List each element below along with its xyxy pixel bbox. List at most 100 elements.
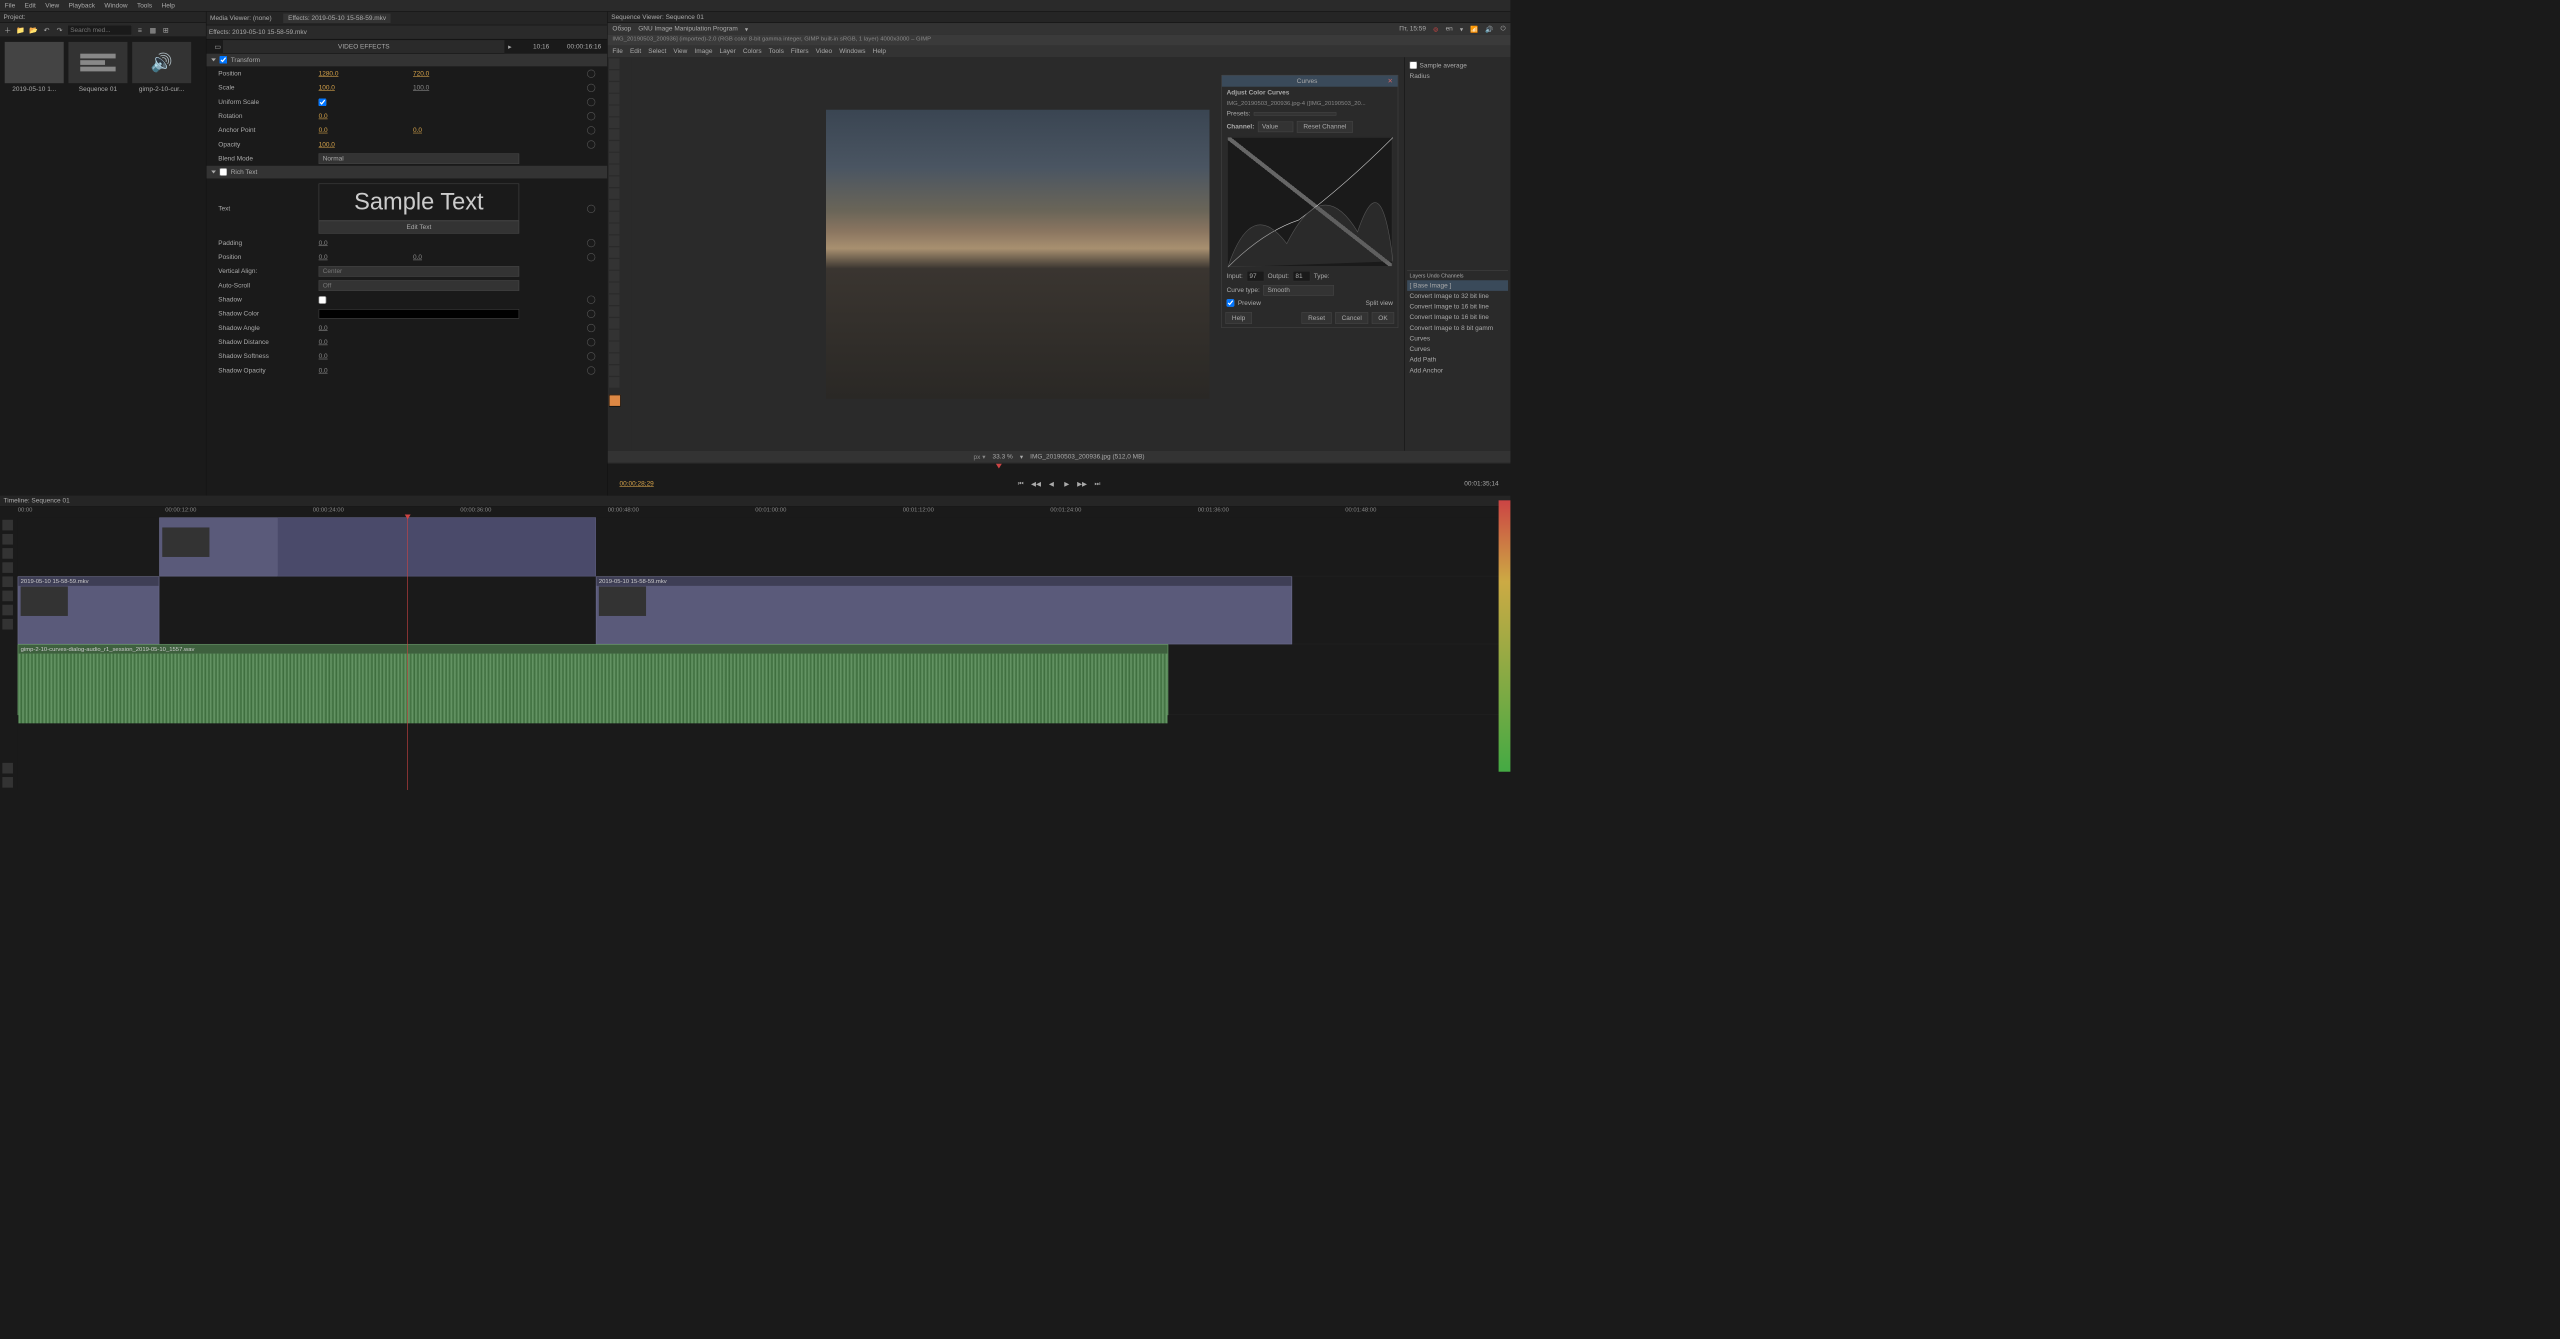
gimp-obzor[interactable]: Обзор	[612, 25, 631, 32]
position-x[interactable]: 1280.0	[319, 70, 408, 77]
zoom-level[interactable]: 33.3 %	[993, 453, 1013, 460]
reset-channel-button[interactable]: Reset Channel	[1297, 121, 1353, 133]
video-track-2[interactable]	[18, 517, 1511, 576]
shadowdist-val[interactable]: 0.0	[319, 339, 408, 346]
menu-file[interactable]: File	[5, 2, 15, 9]
menu-view[interactable]: View	[45, 2, 59, 9]
splitview-label[interactable]: Split view	[1366, 299, 1393, 306]
gimp-menu-filters[interactable]: Filters	[791, 48, 809, 55]
keyframe-icon[interactable]	[587, 126, 595, 134]
menu-window[interactable]: Window	[104, 2, 127, 9]
dock-tabs[interactable]: Layers Undo Channels	[1407, 270, 1508, 280]
media-viewer-tab[interactable]: Media Viewer: (none)	[210, 15, 272, 22]
folder-icon[interactable]: 📁	[15, 24, 26, 35]
gimp-tool-icon[interactable]	[609, 294, 620, 305]
richtext-enable[interactable]	[219, 168, 227, 176]
slip-tool-icon[interactable]	[2, 576, 13, 587]
keyframe-icon[interactable]	[587, 140, 595, 148]
rotation-val[interactable]: 0.0	[319, 113, 408, 120]
undo-item[interactable]: Convert Image to 16 bit line	[1407, 301, 1508, 312]
menu-help[interactable]: Help	[162, 2, 175, 9]
keyframe-icon[interactable]	[587, 296, 595, 304]
timeline-playhead[interactable]	[407, 517, 408, 790]
undo-item[interactable]: Add Path	[1407, 355, 1508, 366]
effects-tab[interactable]: Effects: 2019-05-10 15-58-59.mkv	[283, 14, 390, 23]
razor-tool-icon[interactable]	[2, 562, 13, 573]
gimp-tool-icon[interactable]	[609, 271, 620, 282]
gimp-menu-select[interactable]: Select	[648, 48, 666, 55]
gimp-menu-help[interactable]: Help	[873, 48, 886, 55]
gimp-tool-icon[interactable]	[609, 176, 620, 187]
play-reverse-icon[interactable]: ◀	[1046, 478, 1057, 489]
gimp-tool-icon[interactable]	[609, 353, 620, 364]
power-icon[interactable]: ⏻	[1501, 25, 1506, 33]
gimp-tool-icon[interactable]	[609, 153, 620, 164]
undo-item[interactable]: Convert Image to 32 bit line	[1407, 291, 1508, 302]
ok-button[interactable]: OK	[1372, 312, 1394, 324]
sample-avg-check[interactable]	[1410, 61, 1418, 69]
prev-frame-icon[interactable]: ◀◀	[1031, 478, 1042, 489]
snap-tool-icon[interactable]	[2, 777, 13, 788]
view-tree-icon[interactable]: ⊞	[160, 24, 171, 35]
shadowop-val[interactable]: 0.0	[319, 367, 408, 374]
gimp-menu-view[interactable]: View	[673, 48, 687, 55]
valign-dropdown[interactable]: Center	[319, 266, 520, 277]
audio-clip[interactable]: gimp-2-10-curves-dialog-audio_r1_session…	[18, 644, 1169, 715]
gimp-tool-icon[interactable]	[609, 330, 620, 341]
keyframe-icon[interactable]	[587, 253, 595, 261]
transform-enable[interactable]	[219, 56, 227, 64]
gimp-tool-icon[interactable]	[609, 129, 620, 140]
keyframe-icon[interactable]	[587, 70, 595, 78]
gimp-app-menu[interactable]: GNU Image Manipulation Program	[638, 25, 738, 32]
shadowsoft-val[interactable]: 0.0	[319, 353, 408, 360]
folder2-icon[interactable]: 📂	[28, 24, 39, 35]
gimp-tool-icon[interactable]	[609, 247, 620, 258]
gimp-menu-edit[interactable]: Edit	[630, 48, 641, 55]
hand-tool-icon[interactable]	[2, 605, 13, 616]
output-value[interactable]	[1292, 271, 1310, 282]
presets-dropdown[interactable]	[1254, 112, 1337, 116]
edit-text-button[interactable]: Edit Text	[319, 221, 520, 234]
pos-y[interactable]: 0.0	[413, 254, 484, 261]
keyframe-icon[interactable]	[587, 112, 595, 120]
video-track-1[interactable]: 2019-05-10 15-58-59.mkv 2019-05-10 15-58…	[18, 576, 1511, 644]
keyframe-icon[interactable]	[587, 239, 595, 247]
current-timecode[interactable]: 00:00:28;29	[620, 480, 654, 487]
audio-track-1[interactable]: gimp-2-10-curves-dialog-audio_r1_session…	[18, 644, 1511, 715]
blend-dropdown[interactable]: Normal	[319, 153, 520, 164]
gimp-tool-icon[interactable]	[609, 58, 620, 69]
network-icon[interactable]: 📶	[1470, 25, 1478, 33]
gimp-tool-icon[interactable]	[609, 94, 620, 105]
next-frame-icon[interactable]: ▶▶	[1077, 478, 1088, 489]
undo-item[interactable]: Curves	[1407, 333, 1508, 344]
video-clip[interactable]	[277, 517, 596, 576]
clip-icon[interactable]: ▭	[212, 41, 223, 52]
undo-item[interactable]: Convert Image to 16 bit line	[1407, 312, 1508, 323]
gimp-tool-icon[interactable]	[609, 212, 620, 223]
bin-item[interactable]: Sequence 01	[68, 42, 127, 491]
gimp-menu-layer[interactable]: Layer	[720, 48, 736, 55]
preview-check[interactable]	[1227, 299, 1235, 307]
zoom-tool-icon[interactable]	[2, 619, 13, 630]
keyframe-icon[interactable]	[587, 310, 595, 318]
scale-x[interactable]: 100.0	[319, 84, 408, 91]
keyframe-icon[interactable]	[587, 338, 595, 346]
gimp-tool-icon[interactable]	[609, 70, 620, 81]
gimp-tool-icon[interactable]	[609, 283, 620, 294]
timeline-tracks[interactable]: 2019-05-10 15-58-59.mkv 2019-05-10 15-58…	[18, 517, 1511, 790]
video-clip[interactable]: 2019-05-10 15-58-59.mkv	[596, 576, 1292, 644]
ripple-tool-icon[interactable]	[2, 548, 13, 559]
gimp-tool-icon[interactable]	[609, 141, 620, 152]
curvetype-dropdown[interactable]: Smooth	[1263, 285, 1334, 296]
richtext-section[interactable]: Rich Text	[206, 166, 607, 179]
record-tool-icon[interactable]	[2, 763, 13, 774]
gimp-menu-colors[interactable]: Colors	[743, 48, 762, 55]
gimp-lang[interactable]: en	[1446, 25, 1453, 32]
gimp-tool-icon[interactable]	[609, 235, 620, 246]
keyframe-icon[interactable]	[587, 84, 595, 92]
gimp-tool-icon[interactable]	[609, 200, 620, 211]
gimp-tool-icon[interactable]	[609, 82, 620, 93]
record-icon[interactable]: ⊚	[1433, 25, 1438, 33]
transform-section[interactable]: Transform	[206, 54, 607, 67]
autoscroll-dropdown[interactable]: Off	[319, 280, 520, 291]
